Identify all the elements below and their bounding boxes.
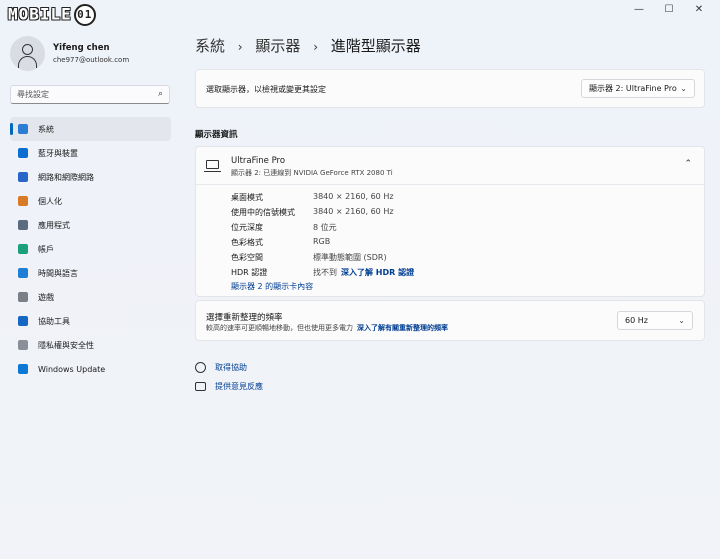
search-placeholder: 尋找設定 <box>17 90 49 99</box>
sidebar-item-label: 系統 <box>38 124 54 134</box>
refresh-rate-select[interactable]: 60 Hz ⌄ <box>617 311 693 330</box>
sidebar-nav: 系統藍牙與裝置網路和網際網路 個人化應用程式帳戶時間與語言遊戲協助工具隱私權與安全… <box>10 117 171 381</box>
sidebar-item-label: 網路和網際網路 <box>38 172 94 182</box>
info-key: 色彩空間 <box>231 253 263 262</box>
display-info-header[interactable]: UltraFine Pro 顯示器 2: 已連線到 NVIDIA GeForce… <box>196 147 704 185</box>
window-controls: — ☐ ✕ <box>624 2 714 18</box>
display-select[interactable]: 顯示器 2: UltraFine Pro ⌄ <box>581 79 695 98</box>
sidebar-item-8[interactable]: 協助工具 <box>10 309 171 333</box>
maximize-button[interactable]: ☐ <box>654 2 684 18</box>
account-icon <box>18 244 28 254</box>
network-icon <box>18 172 28 182</box>
user-name: Yifeng chen <box>53 43 110 53</box>
help-icon <box>195 362 206 373</box>
sidebar-item-3[interactable]: 個人化 <box>10 189 171 213</box>
display-name: UltraFine Pro <box>231 156 286 166</box>
breadcrumb-system[interactable]: 系統 <box>195 37 225 55</box>
sidebar-item-1[interactable]: 藍牙與裝置 <box>10 141 171 165</box>
sidebar-item-4[interactable]: 應用程式 <box>10 213 171 237</box>
globe-clock-icon <box>18 268 28 278</box>
select-display-card: 選取顯示器，以檢視或變更其設定 顯示器 2: UltraFine Pro ⌄ <box>195 69 705 108</box>
feedback-icon <box>195 382 206 391</box>
settings-window: MOBILE 01 — ☐ ✕ Yifeng chen che977@outloo… <box>0 0 720 559</box>
sidebar-item-9[interactable]: 隱私權與安全性 <box>10 333 171 357</box>
page-title: 進階型顯示器 <box>330 37 421 55</box>
user-profile[interactable]: Yifeng chen che977@outlook.com <box>10 36 129 71</box>
info-key: HDR 認證 <box>231 268 268 277</box>
info-value: 3840 × 2160, 60 Hz <box>313 207 394 216</box>
monitor-icon <box>204 160 221 172</box>
sidebar-item-0[interactable]: 系統 <box>10 117 171 141</box>
sidebar-item-2[interactable]: 網路和網際網路 <box>10 165 171 189</box>
breadcrumb: 系統 › 顯示器 › 進階型顯示器 <box>195 35 421 56</box>
refresh-rate-value: 60 Hz <box>625 316 648 325</box>
brush-icon <box>18 196 28 206</box>
refresh-desc: 較高的速率可更順暢地移動，但也使用更多電力 深入了解有關重新整理的頻率 <box>206 324 448 332</box>
get-help-link[interactable]: 取得協助 <box>195 362 247 373</box>
info-value: 找不到 深入了解 HDR 認證 <box>313 268 415 277</box>
breadcrumb-separator: › <box>313 40 318 54</box>
mobile01-logo: MOBILE 01 <box>8 4 96 26</box>
info-value: 3840 × 2160, 60 Hz <box>313 192 394 201</box>
refresh-rate-card: 選擇重新整理的頻率 較高的速率可更順暢地移動，但也使用更多電力 深入了解有關重新整… <box>195 300 705 341</box>
chevron-down-icon: ⌄ <box>678 316 685 325</box>
search-icon[interactable]: ⌕ <box>158 86 163 103</box>
sidebar-item-5[interactable]: 帳戶 <box>10 237 171 261</box>
info-key: 使用中的信號模式 <box>231 208 295 217</box>
section-title: 顯示器資訊 <box>195 130 238 140</box>
sidebar-item-10[interactable]: Windows Update <box>10 357 171 381</box>
get-help-label: 取得協助 <box>215 363 247 372</box>
sidebar-item-label: 帳戶 <box>38 244 54 254</box>
refresh-learn-more-link[interactable]: 深入了解有關重新整理的頻率 <box>357 324 448 332</box>
chevron-down-icon: ⌄ <box>680 84 687 93</box>
breadcrumb-separator: › <box>237 40 243 54</box>
info-key: 位元深度 <box>231 223 263 232</box>
adapter-properties-link[interactable]: 顯示器 2 的顯示卡內容 <box>231 281 313 292</box>
hdr-learn-more-link[interactable]: 深入了解 HDR 認證 <box>341 268 414 277</box>
display-info-card: UltraFine Pro 顯示器 2: 已連線到 NVIDIA GeForce… <box>195 146 705 297</box>
bluetooth-icon <box>18 148 28 158</box>
info-value: 標準動態範圍 (SDR) <box>313 253 387 262</box>
sidebar-item-label: 協助工具 <box>38 316 70 326</box>
display-select-value: 顯示器 2: UltraFine Pro <box>589 84 677 93</box>
sidebar-item-label: 藍牙與裝置 <box>38 148 78 158</box>
sidebar-item-label: 隱私權與安全性 <box>38 340 94 350</box>
sidebar-item-6[interactable]: 時間與語言 <box>10 261 171 285</box>
info-key: 桌面模式 <box>231 193 263 202</box>
refresh-title: 選擇重新整理的頻率 <box>206 313 283 323</box>
select-display-label: 選取顯示器，以檢視或變更其設定 <box>206 85 326 94</box>
sidebar-item-label: 個人化 <box>38 196 62 206</box>
system-icon <box>18 124 28 134</box>
display-subtitle: 顯示器 2: 已連線到 NVIDIA GeForce RTX 2080 Ti <box>231 169 393 177</box>
accessibility-icon <box>18 316 28 326</box>
update-icon <box>18 364 28 374</box>
feedback-link[interactable]: 提供意見反應 <box>195 381 263 392</box>
sidebar-item-label: 時間與語言 <box>38 268 78 278</box>
info-value: 8 位元 <box>313 223 337 232</box>
gamepad-icon <box>18 292 28 302</box>
search-input[interactable]: 尋找設定 ⌕ <box>10 85 170 104</box>
breadcrumb-display[interactable]: 顯示器 <box>255 37 300 55</box>
sidebar-item-label: Windows Update <box>38 364 106 374</box>
user-email: che977@outlook.com <box>53 56 130 64</box>
close-button[interactable]: ✕ <box>684 2 714 18</box>
sidebar-item-label: 遊戲 <box>38 292 54 302</box>
info-key: 色彩格式 <box>231 238 263 247</box>
shield-icon <box>18 340 28 350</box>
info-value: RGB <box>313 237 331 246</box>
chevron-up-icon[interactable]: ⌃ <box>684 159 692 169</box>
sidebar-item-label: 應用程式 <box>38 220 70 230</box>
minimize-button[interactable]: — <box>624 2 654 18</box>
avatar <box>10 36 45 71</box>
sidebar-item-7[interactable]: 遊戲 <box>10 285 171 309</box>
apps-icon <box>18 220 28 230</box>
feedback-label: 提供意見反應 <box>215 382 263 391</box>
